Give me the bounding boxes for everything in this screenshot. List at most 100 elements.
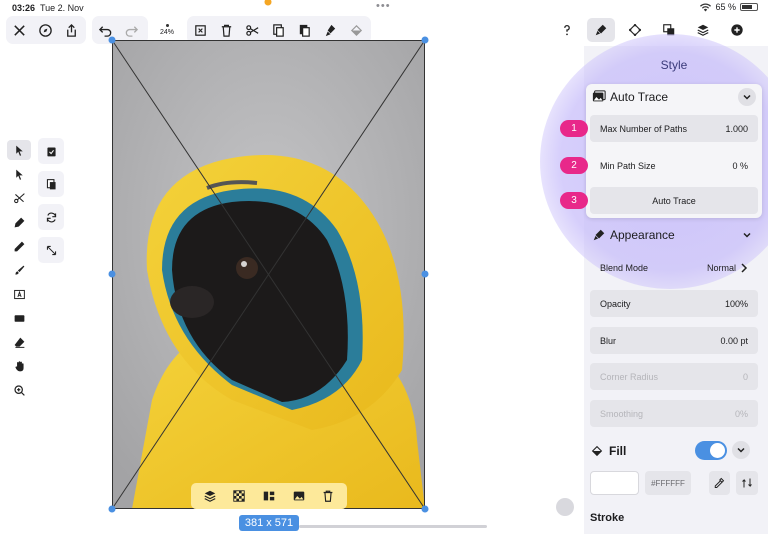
layers-icon [697,24,709,36]
step-badge-3: 3 [560,192,588,209]
min-path-label: Min Path Size [600,160,656,171]
tab-style[interactable] [587,18,615,42]
shape-tool[interactable] [7,308,31,328]
hand-icon [14,360,24,371]
appearance-title: Appearance [610,228,675,242]
clipboard-button[interactable] [38,138,64,164]
share-button[interactable] [58,16,84,44]
fill-hex-field[interactable]: #FFFFFF [645,471,691,495]
duplicate-button[interactable] [38,171,64,197]
text-tool[interactable] [7,284,31,304]
smoothing-label: Smoothing [600,408,644,419]
scissors-icon [13,192,25,203]
brush-style-icon [325,24,335,36]
pen-tool[interactable] [7,212,31,232]
resize-handle-top-left[interactable] [108,36,116,44]
refresh-icon [46,212,56,222]
fit-button[interactable] [38,237,64,263]
undo-icon [98,25,111,37]
chevron-down-icon [743,232,751,238]
wifi-icon [700,2,712,11]
fill-toggle[interactable] [695,441,727,460]
pencil-tool[interactable] [7,236,31,256]
scissor-tool[interactable] [7,188,31,208]
eyedropper-button[interactable] [708,471,731,495]
hand-tool[interactable] [7,356,31,376]
max-paths-field[interactable]: Max Number of Paths 1.000 [590,115,758,142]
gradient-button[interactable] [736,471,758,495]
plus-circle-icon [731,24,743,36]
resize-handle-bottom-right[interactable] [421,505,429,513]
add-button[interactable] [723,18,751,42]
image-trace-icon [592,90,606,102]
status-right: 65 % [700,2,758,12]
battery-percent: 65 % [715,2,736,12]
scissors-icon [245,24,258,36]
duplicate-icon [46,178,56,189]
appearance-collapse[interactable] [738,226,756,244]
appearance-header[interactable]: Appearance [586,222,762,248]
compass-icon [38,23,52,37]
tool-palette [7,140,31,400]
rectangle-icon [14,314,24,322]
step-badge-1: 1 [560,120,588,137]
auto-trace-header[interactable]: Auto Trace [586,84,762,110]
help-icon [564,24,570,36]
transparency-button[interactable] [227,485,251,507]
resize-handle-top-right[interactable] [421,36,429,44]
image-icon [293,491,304,501]
floating-assist-button[interactable] [556,498,574,516]
resize-handle-right[interactable] [421,270,429,278]
blend-mode-field[interactable]: Blend Mode Normal [590,254,758,281]
brush-icon [593,229,605,241]
pointer-icon [15,145,23,156]
pen-nib-icon [14,217,24,227]
auto-trace-collapse[interactable] [738,88,756,106]
status-time: 03:26 [12,3,36,13]
path-nodes-icon [628,23,642,37]
resize-handle-left[interactable] [108,270,116,278]
clipboard-check-icon [46,146,56,156]
panel-title: Style [660,58,688,72]
auto-trace-button[interactable]: Auto Trace [590,187,758,214]
fill-collapse[interactable] [732,441,750,459]
align-button[interactable] [257,485,281,507]
max-paths-value: 1.000 [725,123,748,134]
max-paths-label: Max Number of Paths [600,123,688,134]
fill-color-swatch[interactable] [590,471,640,495]
multitask-dots-icon[interactable]: ••• [376,0,391,12]
compass-button[interactable] [32,16,58,44]
eyedropper-icon [715,477,725,488]
arrange-layers-button[interactable] [198,485,222,507]
opacity-field[interactable]: Opacity 100% [590,290,758,317]
refresh-button[interactable] [38,204,64,230]
blur-field[interactable]: Blur 0.00 pt [590,327,758,354]
stroke-header[interactable]: Stroke [590,512,758,534]
corner-radius-field: Corner Radius 0 [590,363,758,390]
zoom-dot-icon [165,24,169,27]
min-path-size-field[interactable]: Min Path Size 0 % [590,152,758,179]
delete-object-button[interactable] [316,485,340,507]
smoothing-value: 0% [734,408,748,419]
paste-icon [299,24,310,37]
direct-selection-tool[interactable] [7,164,31,184]
help-button[interactable] [553,18,581,42]
brush-tool[interactable] [7,260,31,280]
corner-radius-label: Corner Radius [600,371,659,382]
direct-pointer-icon [15,169,23,180]
magnifier-icon [13,384,25,396]
opacity-value: 100% [724,298,748,309]
paintbrush-icon [14,265,24,275]
selection-tool[interactable] [7,140,31,160]
eraser-tool[interactable] [7,332,31,352]
resize-handle-bottom-left[interactable] [108,505,116,513]
quick-actions [38,138,64,263]
zoom-tool[interactable] [7,380,31,400]
layers-icon [204,490,216,502]
horizontal-scrollbar[interactable] [299,525,487,528]
close-button[interactable] [6,16,32,44]
status-date: Tue 2. Nov [40,3,84,13]
image-button[interactable] [287,485,311,507]
auto-trace-title: Auto Trace [610,90,669,104]
paint-bucket-icon [350,24,362,36]
